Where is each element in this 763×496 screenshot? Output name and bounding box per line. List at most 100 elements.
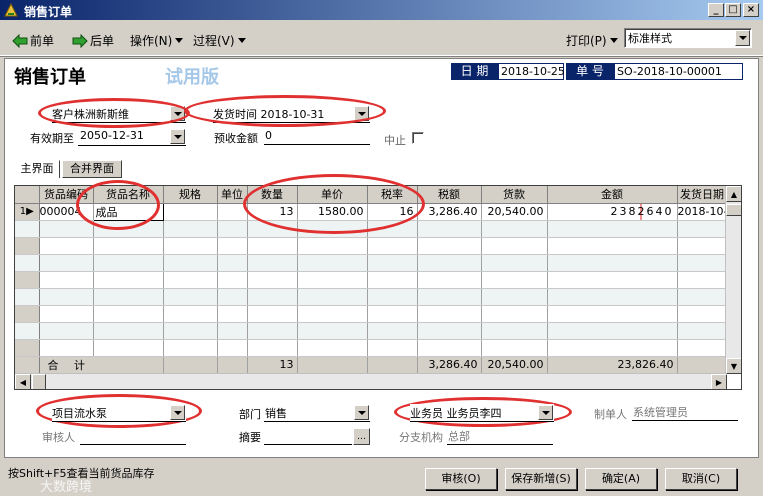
table-cell[interactable] bbox=[367, 322, 418, 340]
table-cell[interactable] bbox=[39, 322, 94, 340]
prepay-field[interactable]: 0 bbox=[264, 129, 370, 145]
next-button[interactable]: 后单 bbox=[72, 32, 114, 49]
table-cell[interactable] bbox=[417, 339, 482, 357]
more-icon[interactable]: … bbox=[353, 428, 370, 445]
tab-main[interactable]: 主界面 bbox=[14, 160, 60, 178]
table-cell[interactable] bbox=[297, 254, 368, 272]
table-row[interactable] bbox=[15, 254, 728, 272]
table-cell[interactable] bbox=[217, 271, 248, 289]
table-cell[interactable] bbox=[217, 237, 248, 255]
table-cell[interactable] bbox=[297, 288, 368, 306]
table-cell[interactable] bbox=[547, 322, 678, 340]
table-row[interactable] bbox=[15, 339, 728, 357]
table-cell[interactable] bbox=[677, 237, 728, 255]
table-cell[interactable] bbox=[163, 237, 218, 255]
table-cell[interactable] bbox=[417, 322, 482, 340]
scroll-down-icon[interactable]: ▼ bbox=[726, 358, 741, 374]
table-cell[interactable] bbox=[163, 339, 218, 357]
col-ship-date[interactable]: 发货日期 bbox=[677, 186, 728, 204]
table-cell[interactable] bbox=[93, 322, 164, 340]
summary-field[interactable] bbox=[264, 428, 352, 445]
cell-ship-date[interactable]: 2018-10-31 bbox=[677, 203, 728, 221]
table-cell[interactable] bbox=[39, 339, 94, 357]
col-amount[interactable]: 金额 bbox=[547, 186, 678, 204]
table-cell[interactable] bbox=[481, 220, 548, 238]
table-cell[interactable] bbox=[247, 271, 298, 289]
table-cell[interactable] bbox=[677, 322, 728, 340]
dropdown-icon[interactable] bbox=[170, 129, 185, 144]
table-cell[interactable] bbox=[297, 339, 368, 357]
table-cell[interactable] bbox=[547, 237, 678, 255]
ok-button[interactable]: 确定(A) bbox=[585, 468, 657, 490]
stop-checkbox[interactable] bbox=[412, 132, 424, 144]
table-cell[interactable] bbox=[247, 254, 298, 272]
table-cell[interactable] bbox=[297, 271, 368, 289]
prev-button[interactable]: 前单 bbox=[12, 32, 54, 49]
table-cell[interactable] bbox=[677, 288, 728, 306]
table-cell[interactable] bbox=[297, 305, 368, 323]
scroll-right-icon[interactable]: ▶ bbox=[711, 374, 727, 389]
table-cell[interactable] bbox=[367, 339, 418, 357]
dropdown-icon[interactable] bbox=[735, 30, 750, 46]
table-cell[interactable] bbox=[367, 254, 418, 272]
scroll-left-icon[interactable]: ◀ bbox=[15, 374, 31, 389]
table-cell[interactable] bbox=[217, 339, 248, 357]
table-cell[interactable] bbox=[39, 305, 94, 323]
table-cell[interactable] bbox=[417, 288, 482, 306]
process-menu[interactable]: 过程(V) bbox=[193, 32, 246, 49]
table-row[interactable] bbox=[15, 322, 728, 340]
dropdown-icon[interactable] bbox=[170, 405, 185, 420]
table-cell[interactable] bbox=[163, 322, 218, 340]
cell-tax[interactable]: 3,286.40 bbox=[417, 203, 482, 221]
table-cell[interactable] bbox=[163, 220, 218, 238]
table-cell[interactable] bbox=[247, 288, 298, 306]
table-cell[interactable] bbox=[163, 305, 218, 323]
scroll-up-icon[interactable]: ▲ bbox=[726, 186, 741, 202]
table-cell[interactable] bbox=[677, 254, 728, 272]
save-new-button[interactable]: 保存新增(S) bbox=[505, 468, 577, 490]
table-cell[interactable] bbox=[93, 254, 164, 272]
table-cell[interactable] bbox=[163, 288, 218, 306]
table-cell[interactable] bbox=[217, 288, 248, 306]
table-cell[interactable] bbox=[547, 271, 678, 289]
table-cell[interactable] bbox=[547, 288, 678, 306]
table-cell[interactable] bbox=[367, 288, 418, 306]
date-field[interactable]: 2018-10-25 bbox=[498, 63, 565, 80]
table-cell[interactable] bbox=[217, 322, 248, 340]
dropdown-icon[interactable] bbox=[354, 405, 369, 420]
valid-until-field[interactable]: 2050-12-31 bbox=[78, 128, 186, 146]
table-cell[interactable] bbox=[247, 237, 298, 255]
col-spec[interactable]: 规格 bbox=[163, 186, 218, 204]
table-cell[interactable] bbox=[247, 322, 298, 340]
table-cell[interactable] bbox=[297, 237, 368, 255]
scroll-thumb[interactable] bbox=[726, 204, 741, 216]
cell-spec[interactable] bbox=[163, 203, 218, 221]
table-cell[interactable] bbox=[417, 220, 482, 238]
table-cell[interactable] bbox=[677, 339, 728, 357]
cell-amount[interactable]: 2382640 bbox=[547, 203, 678, 221]
table-cell[interactable] bbox=[93, 237, 164, 255]
table-cell[interactable] bbox=[417, 305, 482, 323]
table-cell[interactable] bbox=[93, 305, 164, 323]
minimize-button[interactable]: _ bbox=[708, 3, 724, 17]
table-cell[interactable] bbox=[247, 339, 298, 357]
table-cell[interactable] bbox=[297, 322, 368, 340]
table-cell[interactable] bbox=[39, 271, 94, 289]
col-goods[interactable]: 货款 bbox=[481, 186, 548, 204]
horizontal-scrollbar[interactable]: ◀ ▶ bbox=[15, 373, 727, 389]
table-cell[interactable] bbox=[547, 220, 678, 238]
maximize-button[interactable]: □ bbox=[725, 3, 741, 17]
table-cell[interactable] bbox=[677, 271, 728, 289]
table-cell[interactable] bbox=[417, 271, 482, 289]
operate-menu[interactable]: 操作(N) bbox=[130, 32, 184, 49]
table-cell[interactable] bbox=[163, 271, 218, 289]
table-cell[interactable] bbox=[481, 271, 548, 289]
table-row[interactable] bbox=[15, 271, 728, 289]
table-cell[interactable] bbox=[481, 288, 548, 306]
table-cell[interactable] bbox=[547, 339, 678, 357]
table-cell[interactable] bbox=[417, 254, 482, 272]
table-cell[interactable] bbox=[93, 288, 164, 306]
print-menu[interactable]: 打印(P) bbox=[566, 32, 618, 49]
table-cell[interactable] bbox=[217, 305, 248, 323]
table-cell[interactable] bbox=[481, 237, 548, 255]
